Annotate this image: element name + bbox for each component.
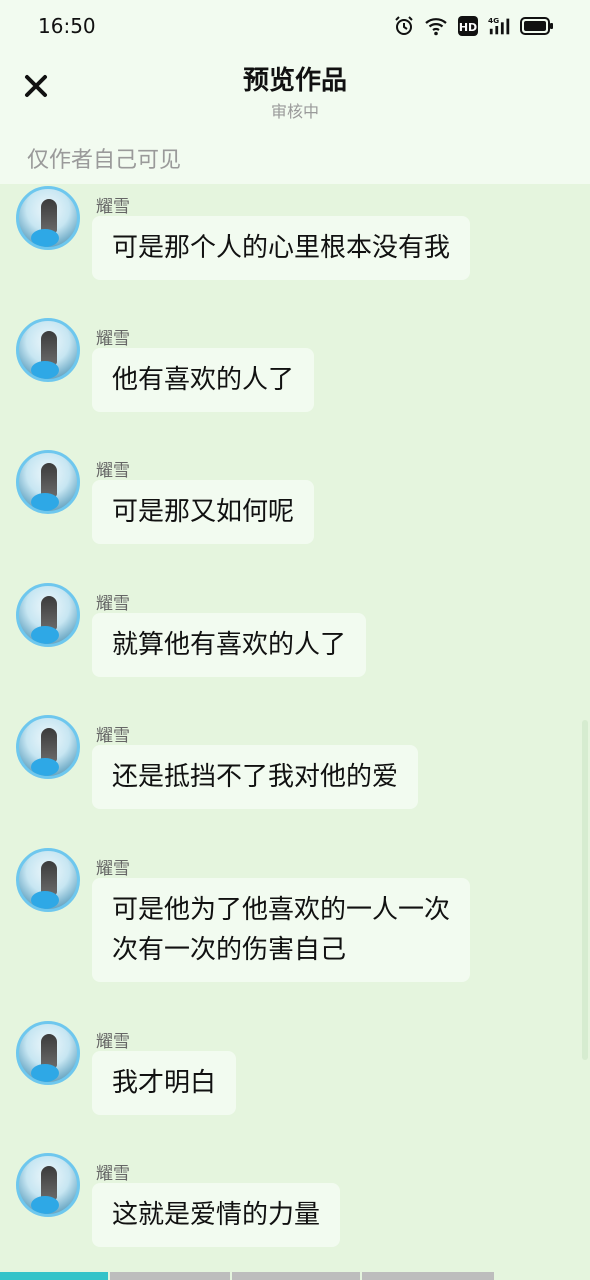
avatar[interactable] bbox=[16, 1021, 80, 1085]
avatar[interactable] bbox=[16, 848, 80, 912]
avatar[interactable] bbox=[16, 450, 80, 514]
signal-4g-icon: 4G bbox=[488, 14, 512, 38]
message-bubble[interactable]: 我才明白 bbox=[92, 1051, 237, 1115]
avatar[interactable] bbox=[16, 318, 80, 382]
message-bubble[interactable]: 就算他有喜欢的人了 bbox=[92, 613, 367, 677]
battery-icon bbox=[520, 14, 554, 38]
status-bar: 16:50 HD 4G bbox=[0, 0, 590, 52]
sender-name: 耀雪 bbox=[96, 461, 130, 481]
visibility-note: 仅作者自己可见 bbox=[27, 148, 182, 173]
sender-name: 耀雪 bbox=[96, 726, 130, 746]
sender-name: 耀雪 bbox=[96, 1032, 130, 1052]
progress-segment bbox=[110, 1272, 230, 1280]
status-time: 16:50 bbox=[38, 14, 96, 38]
sender-name: 耀雪 bbox=[96, 594, 130, 614]
progress-bar bbox=[0, 1272, 590, 1280]
avatar[interactable] bbox=[16, 186, 80, 250]
chat-area[interactable]: 耀雪 可是那个人的心里根本没有我 耀雪 他有喜欢的人了 耀雪 可是那又如何呢 耀… bbox=[0, 184, 590, 1274]
progress-segment bbox=[362, 1272, 494, 1280]
scrollbar[interactable] bbox=[582, 720, 588, 1060]
avatar[interactable] bbox=[16, 715, 80, 779]
avatar[interactable] bbox=[16, 583, 80, 647]
sender-name: 耀雪 bbox=[96, 1164, 130, 1184]
progress-segment bbox=[0, 1272, 108, 1280]
svg-text:HD: HD bbox=[459, 21, 477, 34]
status-icons: HD 4G bbox=[392, 14, 554, 38]
progress-segment bbox=[232, 1272, 360, 1280]
message-bubble[interactable]: 可是那个人的心里根本没有我 bbox=[92, 216, 471, 280]
review-status: 审核中 bbox=[270, 102, 319, 121]
message-bubble[interactable]: 他有喜欢的人了 bbox=[92, 348, 315, 412]
avatar[interactable] bbox=[16, 1153, 80, 1217]
wifi-icon bbox=[424, 14, 448, 38]
message-bubble[interactable]: 可是他为了他喜欢的一人一次 次有一次的伤害自己 bbox=[92, 878, 471, 982]
svg-text:4G: 4G bbox=[488, 16, 499, 25]
sender-name: 耀雪 bbox=[96, 329, 130, 349]
hd-icon: HD bbox=[456, 14, 480, 38]
top-bar: 16:50 HD 4G 预览作品 审核中 仅作者自己可见 bbox=[0, 0, 590, 184]
message-bubble[interactable]: 这就是爱情的力量 bbox=[92, 1183, 341, 1247]
alarm-icon bbox=[392, 14, 416, 38]
page-title: 预览作品 bbox=[242, 66, 347, 96]
message-bubble[interactable]: 还是抵挡不了我对他的爱 bbox=[92, 745, 419, 809]
sender-name: 耀雪 bbox=[96, 859, 130, 879]
sender-name: 耀雪 bbox=[96, 197, 130, 217]
message-bubble[interactable]: 可是那又如何呢 bbox=[92, 480, 315, 544]
